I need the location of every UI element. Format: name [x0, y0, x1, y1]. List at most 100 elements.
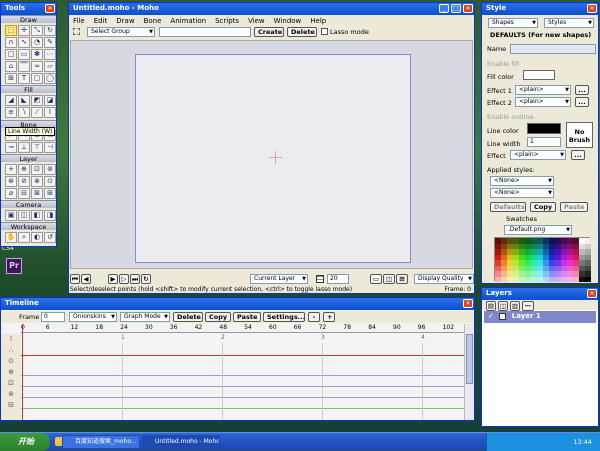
bind-layer-tool-icon[interactable]: ⊤ [31, 142, 43, 153]
rectangle-tool-icon[interactable]: ▢ [31, 73, 43, 84]
delete-layer-button[interactable]: ▥ [510, 301, 520, 311]
layer-settings-button[interactable]: ⋯ [522, 301, 534, 311]
step-back-button[interactable]: ◀ [81, 274, 91, 284]
scale-layer-tool-icon[interactable]: ⊡ [31, 164, 43, 175]
style-titlebar[interactable]: Style ✕ [482, 3, 598, 15]
layer-channel-icon[interactable]: ⊙ [1, 356, 21, 367]
line-width-tool-icon[interactable]: ≡ [5, 107, 17, 118]
graph-mode-dropdown[interactable]: Graph Mode [120, 312, 170, 322]
stroke-exposure-tool-icon[interactable]: ⟋ [31, 107, 43, 118]
grid-size-input[interactable]: 20 [327, 274, 349, 284]
display-quality-dropdown[interactable]: Display Quality [414, 274, 474, 284]
timeline-paste-button[interactable]: Paste [233, 312, 261, 322]
styles-dropdown[interactable]: Styles [544, 18, 594, 28]
eyedropper-tool-icon[interactable]: ⌀ [5, 188, 17, 199]
style-paste-button[interactable]: Paste [560, 202, 588, 212]
oval-tool-icon[interactable]: ◯ [44, 73, 56, 84]
select-points-tool-icon[interactable]: ⬚ [5, 25, 17, 36]
timeline-settings-button[interactable]: Settings... [263, 312, 305, 322]
offset-bone-tool-icon[interactable]: ⊣ [44, 142, 56, 153]
rotate-channel-icon[interactable]: ⊚ [1, 389, 21, 400]
effect1-dropdown[interactable]: <plain> [515, 85, 571, 95]
delete-button[interactable]: Delete [287, 27, 317, 37]
bend-tool-icon[interactable]: ⌒ [18, 61, 30, 72]
rotate-layer-z-tool-icon[interactable]: ⊚ [44, 164, 56, 175]
shear-layer-tool-icon[interactable]: ⊘ [18, 176, 30, 187]
effect1-more-button[interactable]: ... [575, 85, 589, 95]
timeline-ruler[interactable]: 06121824303642485460667278849096102 [21, 324, 464, 333]
step-forward-button[interactable]: ▷ [119, 274, 129, 284]
new-layer-button[interactable]: ▤ [486, 301, 496, 311]
style-close-button[interactable]: ✕ [587, 4, 597, 13]
no-brush-button[interactable]: No Brush [566, 122, 593, 148]
lasso-checkbox[interactable] [321, 28, 328, 35]
select-group-dropdown[interactable]: Select Group [87, 27, 155, 37]
timeline-delete-button[interactable]: Delete [173, 312, 203, 322]
timeline-titlebar[interactable]: Timeline ✕ [1, 298, 474, 310]
rotate-workspace-tool-icon[interactable]: ◐ [31, 232, 43, 243]
timeline-scrollbar[interactable] [464, 324, 474, 420]
fill-color-swatch[interactable] [523, 70, 555, 80]
menu-item-file[interactable]: File [73, 17, 85, 26]
fast-forward-button[interactable]: ⏭ [130, 274, 140, 284]
draw-shape-tool-icon[interactable]: □ [5, 49, 17, 60]
effect-dropdown[interactable]: <plain> [510, 150, 566, 160]
playhead[interactable] [22, 324, 23, 420]
zoom-in-button[interactable]: + [323, 312, 335, 322]
timeline-tracks[interactable]: 1234 [21, 324, 464, 420]
zoom-workspace-tool-icon[interactable]: ⌕ [18, 232, 30, 243]
layers-titlebar[interactable]: Layers ✕ [482, 288, 598, 300]
minimize-button[interactable]: _ [439, 4, 449, 13]
duplicate-layer-button[interactable]: ◫ [498, 301, 508, 311]
color-swatch[interactable] [585, 276, 591, 282]
enable-outline-label[interactable]: Enable outline [487, 113, 534, 121]
layers-close-button[interactable]: ✕ [587, 289, 597, 298]
defaults-button[interactable]: Defaults [490, 202, 526, 212]
particle-layer-tool-icon[interactable]: ⊙ [44, 176, 56, 187]
switch-layer-tool-icon[interactable]: ⊗ [31, 176, 43, 187]
zoom-out-button[interactable]: - [308, 312, 320, 322]
select-group-icon[interactable] [73, 28, 80, 35]
view-quad-button[interactable]: ⊞ [396, 274, 408, 284]
menu-item-edit[interactable]: Edit [94, 17, 108, 26]
view-split-h-button[interactable]: ◫ [383, 274, 395, 284]
layer-row[interactable]: ✓ Layer 1 [484, 311, 596, 323]
start-button[interactable]: 开始 [0, 433, 50, 451]
scale-points-tool-icon[interactable]: ⤡ [31, 25, 43, 36]
freehand-tool-icon[interactable]: ✎ [44, 37, 56, 48]
layer-flip-tool-icon[interactable]: ⊠ [31, 188, 43, 199]
bone-strength-tool-icon[interactable]: ⊸ [5, 142, 17, 153]
hide-edge-tool-icon[interactable]: ∖ [18, 107, 30, 118]
rotate-points-tool-icon[interactable]: ↻ [44, 25, 56, 36]
tools-titlebar[interactable]: Tools ✕ [1, 3, 56, 15]
group-name-input[interactable] [159, 27, 251, 37]
rotate-layer-xy-tool-icon[interactable]: ⊛ [5, 176, 17, 187]
maximize-button[interactable]: □ [451, 4, 461, 13]
layer-depth-tool-icon[interactable]: ⊞ [44, 188, 56, 199]
scatter-brush-tool-icon[interactable]: ✽ [31, 49, 43, 60]
style-copy-button[interactable]: Copy [530, 202, 556, 212]
style-name-input[interactable] [510, 44, 596, 54]
taskbar-item-moho[interactable]: Untitled.moho - Moho [142, 435, 220, 449]
paint-bucket-tool-icon[interactable]: ◩ [31, 95, 43, 106]
manipulate-bones-tool-icon[interactable]: ⟂ [18, 142, 30, 153]
main-titlebar[interactable]: Untitled.moho - Moho _ □ ✕ [69, 3, 474, 15]
menu-item-window[interactable]: Window [274, 17, 302, 26]
transform-tool-icon[interactable]: ⊞ [5, 73, 17, 84]
line-width-input[interactable]: 1 [527, 137, 561, 147]
menu-item-view[interactable]: View [248, 17, 265, 26]
pan-tilt-camera-tool-icon[interactable]: ◨ [44, 210, 56, 221]
tools-close-button[interactable]: ✕ [45, 4, 55, 13]
taskbar-item-browser[interactable]: 百度知道搜索_moho... [62, 435, 140, 449]
applied-style2-dropdown[interactable]: <None> [490, 188, 554, 198]
pan-workspace-tool-icon[interactable]: ✋ [5, 232, 17, 243]
lock-channel-icon[interactable]: ⊟ [1, 400, 21, 411]
swatch-file-dropdown[interactable]: .Default.png [504, 225, 572, 235]
timeline-close-button[interactable]: ✕ [463, 299, 473, 308]
menu-item-help[interactable]: Help [310, 17, 326, 26]
grid-toggle-icon[interactable] [316, 275, 324, 283]
translate-points-tool-icon[interactable]: ✢ [18, 25, 30, 36]
orbit-workspace-tool-icon[interactable]: ↺ [44, 232, 56, 243]
loop-button[interactable]: ↻ [141, 274, 151, 284]
canvas-area[interactable] [70, 40, 473, 269]
